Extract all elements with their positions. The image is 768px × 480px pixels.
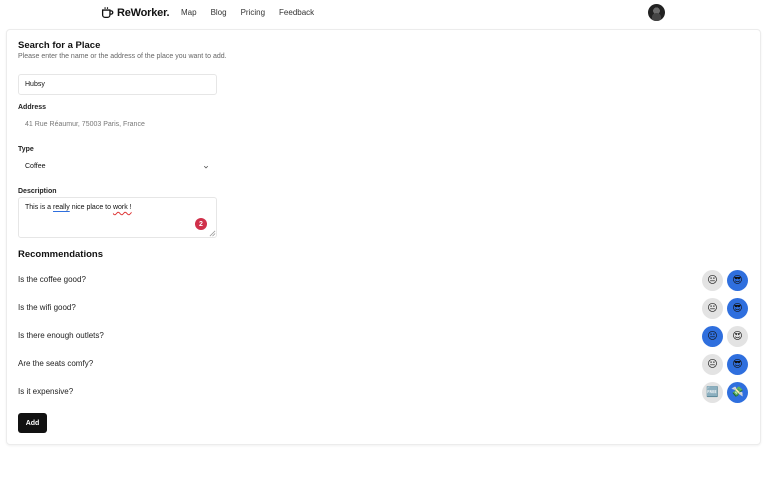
- recommendation-row: Is there enough outlets? 😐 😍: [18, 326, 749, 347]
- recommendation-option-2[interactable]: 😍: [727, 326, 748, 347]
- description-text-4: work !: [112, 204, 132, 211]
- recommendation-option-2[interactable]: 💸: [727, 382, 748, 403]
- type-label: Type: [18, 146, 34, 153]
- resize-handle-icon[interactable]: [209, 230, 216, 237]
- recommendation-row: Is the coffee good? 😐 😎: [18, 270, 749, 291]
- recommendation-option-2[interactable]: 😎: [727, 354, 748, 375]
- top-nav: ReWorker. Map Blog Pricing Feedback: [0, 0, 768, 26]
- recommendation-option-2[interactable]: 😎: [727, 298, 748, 319]
- user-avatar[interactable]: [648, 4, 665, 21]
- recommendation-row: Is the wifi good? 😐 😎: [18, 298, 749, 319]
- chevron-down-icon: [203, 165, 209, 169]
- recommendation-question: Are the seats comfy?: [18, 359, 94, 368]
- recommendation-option-1[interactable]: 😐: [702, 326, 723, 347]
- type-select[interactable]: Coffee: [18, 156, 217, 177]
- recommendation-row: Are the seats comfy? 😐 😎: [18, 354, 749, 375]
- recommendation-option-1[interactable]: 😐: [702, 298, 723, 319]
- type-select-value: Coffee: [25, 163, 46, 170]
- nav-link-feedback[interactable]: Feedback: [279, 8, 314, 17]
- description-text-2: really: [53, 204, 70, 211]
- brand-logo[interactable]: ReWorker.: [101, 6, 170, 19]
- recommendation-question: Is it expensive?: [18, 387, 74, 396]
- recommendation-question: Is there enough outlets?: [18, 331, 104, 340]
- description-textarea[interactable]: This is a really nice place to work !: [18, 197, 217, 238]
- coffee-cup-icon: [101, 7, 114, 19]
- description-label: Description: [18, 188, 57, 195]
- recommendation-question: Is the wifi good?: [18, 303, 76, 312]
- address-label: Address: [18, 104, 47, 111]
- form-title: Search for a Place: [18, 40, 101, 51]
- brand-name: ReWorker.: [117, 6, 170, 19]
- nav-link-blog[interactable]: Blog: [211, 8, 227, 17]
- address-value[interactable]: 41 Rue Réaumur, 75003 Paris, France: [18, 114, 217, 135]
- nav-link-pricing[interactable]: Pricing: [241, 8, 265, 17]
- description-text-3: nice place to: [69, 204, 113, 211]
- description-text-1: This is a: [25, 204, 54, 211]
- recommendation-row: Is it expensive? 🆓 💸: [18, 382, 749, 403]
- recommendation-option-2[interactable]: 😎: [727, 270, 748, 291]
- recommendation-question: Is the coffee good?: [18, 275, 86, 284]
- add-button[interactable]: Add: [18, 413, 47, 433]
- recommendation-option-1[interactable]: 😐: [702, 354, 723, 375]
- recommendation-option-1[interactable]: 😐: [702, 270, 723, 291]
- place-name-input[interactable]: Hubsy: [18, 74, 217, 95]
- nav-links: Map Blog Pricing Feedback: [181, 8, 314, 17]
- form-subtitle: Please enter the name or the address of …: [18, 53, 227, 60]
- grammar-check-badge[interactable]: 2: [195, 218, 207, 230]
- nav-link-map[interactable]: Map: [181, 8, 197, 17]
- recommendations-title: Recommendations: [18, 249, 103, 260]
- recommendation-option-1[interactable]: 🆓: [702, 382, 723, 403]
